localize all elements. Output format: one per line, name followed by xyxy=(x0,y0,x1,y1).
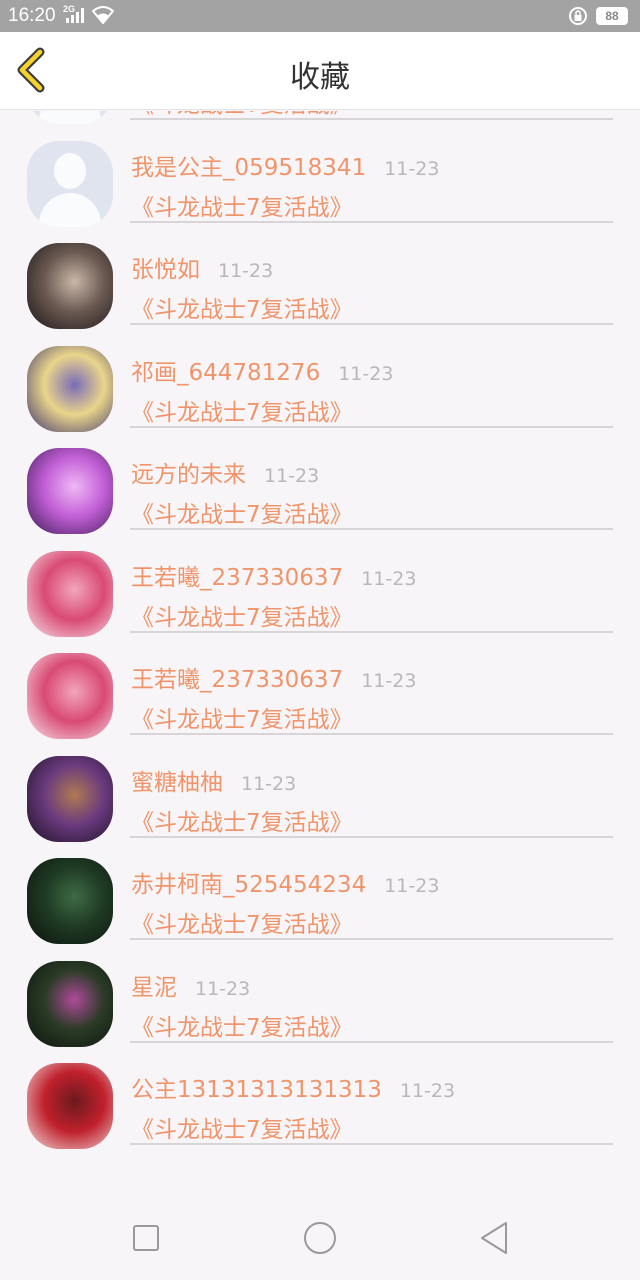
avatar[interactable] xyxy=(27,755,113,842)
divider xyxy=(130,733,613,735)
divider xyxy=(130,528,613,530)
item-title[interactable]: 《斗龙战士7复活战》 xyxy=(131,1008,353,1042)
user-name-text: 王若曦_237330637 xyxy=(131,667,344,693)
item-user-name: 我是公主_059518341 11-23 xyxy=(131,148,439,182)
list-item[interactable]: 张悦如 11-23 《斗龙战士7复活战》 xyxy=(0,232,640,335)
divider xyxy=(130,118,613,120)
avatar[interactable] xyxy=(27,858,113,944)
list-item[interactable]: 我是公主_05951834111-23《斗龙战士7复活战》 xyxy=(0,111,640,130)
item-user-name: 王若曦_237330637 11-23 xyxy=(131,558,416,592)
item-title[interactable]: 《斗龙战士7复活战》 xyxy=(131,598,353,632)
battery-icon: 88 xyxy=(596,7,628,25)
item-user-name: 张悦如 11-23 xyxy=(131,250,273,284)
divider xyxy=(130,1143,613,1145)
divider xyxy=(130,938,613,940)
divider xyxy=(130,630,613,633)
item-date: 11-23 xyxy=(264,465,320,487)
recent-apps-button[interactable] xyxy=(133,1225,159,1251)
item-date: 11-23 xyxy=(241,772,297,795)
item-date: 11-23 xyxy=(399,1080,456,1102)
user-name-text: 蜜糖柚柚 xyxy=(131,769,223,796)
avatar[interactable] xyxy=(27,550,113,637)
item-title[interactable]: 《斗龙战士7复活战》 xyxy=(131,495,353,529)
system-nav-bar xyxy=(0,1196,640,1280)
list-item[interactable]: 蜜糖柚柚 11-23 《斗龙战士7复活战》 xyxy=(0,745,640,848)
status-bar: 16:20 2G 88 xyxy=(0,0,640,32)
item-user-name: 王若曦_237330637 11-23 xyxy=(131,660,416,694)
avatar[interactable] xyxy=(27,653,113,739)
lock-rotation-icon xyxy=(569,7,587,25)
wifi-icon xyxy=(92,6,114,24)
user-name-text: 星泥 xyxy=(131,974,177,1001)
header: 收藏 xyxy=(0,32,640,110)
status-time: 16:20 xyxy=(8,5,56,26)
list-item[interactable]: 王若曦_237330637 11-23 《斗龙战士7复活战》 xyxy=(0,642,640,745)
list-item[interactable]: 赤井柯南_525454234 11-23 《斗龙战士7复活战》 xyxy=(0,847,640,950)
divider xyxy=(130,425,613,428)
list-item[interactable]: 星泥 11-23 《斗龙战士7复活战》 xyxy=(0,950,640,1053)
user-name-text: 赤井柯南_525454234 xyxy=(131,872,367,898)
item-title[interactable]: 《斗龙战士7复活战》 xyxy=(131,803,353,837)
favorites-list[interactable]: 我是公主_059518341 11-23 《斗龙战士7复活战》 我是公主_059518… xyxy=(0,111,640,1196)
home-button[interactable] xyxy=(304,1222,336,1254)
item-title[interactable]: 《斗龙战士7复活战》 xyxy=(131,188,353,222)
item-date: 11-23 xyxy=(195,977,251,1000)
list-item[interactable]: 远方的未来 11-23 《斗龙战士7复活战》 xyxy=(0,437,640,540)
avatar[interactable] xyxy=(27,1063,113,1149)
battery-level: 88 xyxy=(605,9,619,23)
item-date: 11-23 xyxy=(384,875,440,897)
avatar[interactable] xyxy=(27,448,113,534)
item-date: 11-23 xyxy=(361,567,417,590)
item-title[interactable]: 《斗龙战士7复活战》 xyxy=(131,700,353,734)
list-item[interactable]: 王若曦_237330637 11-23 《斗龙战士7复活战》 xyxy=(0,540,640,643)
divider xyxy=(130,1040,613,1043)
page-title: 收藏 xyxy=(290,60,350,95)
item-user-name: 公主13131313131313 11-23 xyxy=(131,1070,455,1104)
list-item[interactable]: 我是公主_059518341 11-23 《斗龙战士7复活战》 xyxy=(0,130,640,233)
signal-icon xyxy=(66,8,84,23)
user-name-text: 张悦如 xyxy=(131,257,200,283)
default-avatar-icon[interactable] xyxy=(27,140,113,227)
back-button[interactable] xyxy=(478,1221,510,1255)
avatar[interactable] xyxy=(27,243,113,329)
item-user-name: 远方的未来 11-23 xyxy=(131,455,319,489)
item-title[interactable]: 《斗龙战士7复活战》 xyxy=(131,393,353,427)
default-avatar-icon[interactable] xyxy=(27,111,113,124)
divider xyxy=(130,835,613,838)
user-name-text: 远方的未来 xyxy=(131,462,246,488)
item-user-name: 祁画_644781276 11-23 xyxy=(131,353,393,387)
item-title[interactable]: 《斗龙战士7复活战》 xyxy=(131,905,353,939)
avatar[interactable] xyxy=(27,345,113,432)
item-date: 11-23 xyxy=(338,362,394,385)
divider xyxy=(130,220,613,223)
user-name-text: 我是公主_059518341 xyxy=(131,154,367,181)
user-name-text: 王若曦_237330637 xyxy=(131,564,344,591)
item-user-name: 赤井柯南_525454234 11-23 xyxy=(131,865,439,899)
list-item[interactable]: 祁画_644781276 11-23 《斗龙战士7复活战》 xyxy=(0,335,640,438)
list-item[interactable]: 公主13131313131313 11-23 《斗龙战士7复活战》 xyxy=(0,1052,640,1155)
item-user-name: 星泥 11-23 xyxy=(131,968,250,1002)
divider xyxy=(130,323,613,325)
item-date: 11-23 xyxy=(361,670,417,692)
item-user-name: 蜜糖柚柚 11-23 xyxy=(131,763,296,797)
user-name-text: 祁画_644781276 xyxy=(131,359,321,386)
item-title[interactable]: 《斗龙战士7复活战》 xyxy=(131,290,353,324)
avatar[interactable] xyxy=(27,960,113,1047)
item-date: 11-23 xyxy=(218,260,274,282)
item-title[interactable]: 《斗龙战士7复活战》 xyxy=(131,1110,353,1144)
item-date: 11-23 xyxy=(384,157,440,180)
user-name-text: 公主13131313131313 xyxy=(131,1077,382,1103)
